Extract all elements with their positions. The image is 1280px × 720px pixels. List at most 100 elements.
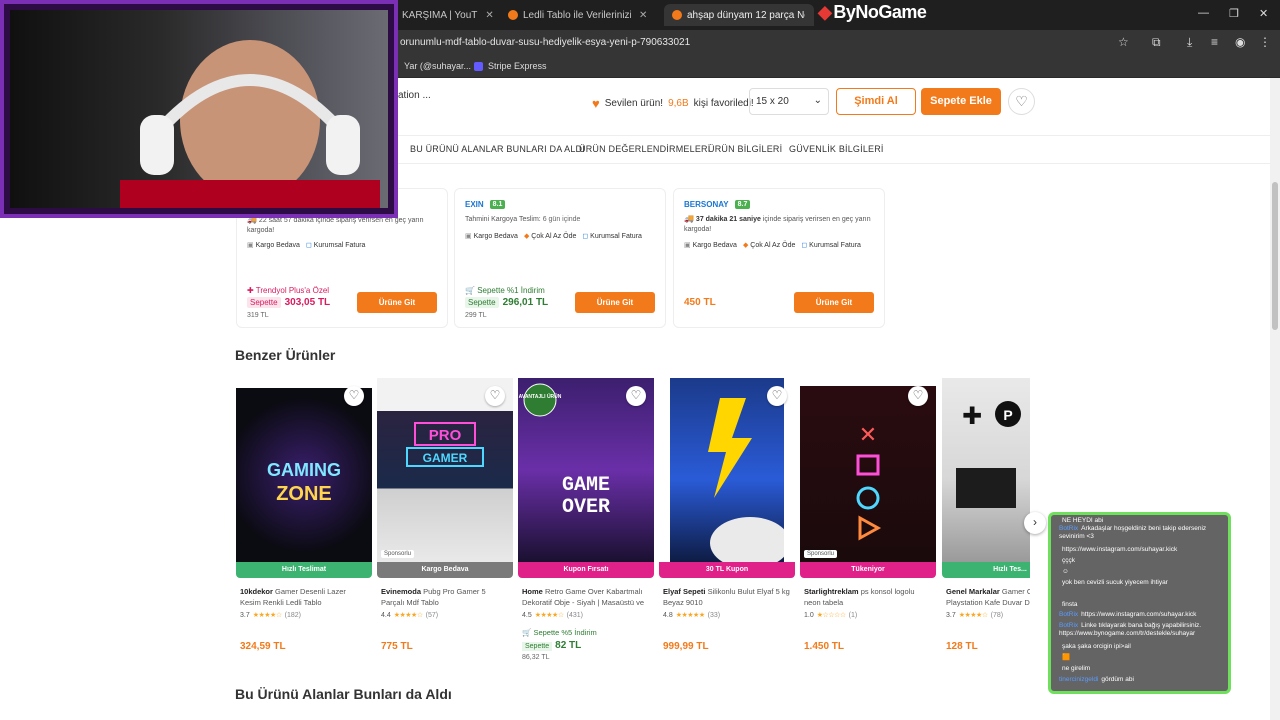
shipping-text: 22 saat 57 dakika içinde sipariş verirse… xyxy=(247,217,424,234)
product-card[interactable]: GAMING ZONE ♡ Hızlı Teslimat 10kdekor Ga… xyxy=(236,378,372,668)
product-card[interactable]: ♡ 30 TL Kupon Elyaf Sepeti Silikonlu Bul… xyxy=(659,378,795,668)
tab-title: ahşap dünyam 12 parça Neon L xyxy=(687,9,805,21)
download-icon[interactable]: ⤓ xyxy=(1187,35,1192,50)
seller-name[interactable]: EXIN 8.1 xyxy=(465,200,506,209)
badge-bulk-discount: Çok Al Az Öde xyxy=(524,232,576,240)
seller-badges: Kargo Bedava Kurumsal Fatura xyxy=(247,241,447,249)
discount-text: Sepette %5 İndirim xyxy=(533,628,597,637)
seller-name[interactable]: BERSONAY 8.7 xyxy=(684,200,751,209)
rating-count: (182) xyxy=(284,611,301,619)
window-maximize-icon[interactable]: ❐ xyxy=(1229,7,1239,20)
url-field[interactable]: orunumlu-mdf-tablo-duvar-susu-hediyelik-… xyxy=(400,37,690,48)
chat-message: finsta xyxy=(1059,601,1228,609)
svg-text:✕: ✕ xyxy=(859,422,877,447)
shipping-note: 🚚 22 saat 57 dakika içinde sipariş verir… xyxy=(247,215,437,236)
favorite-heart-icon[interactable]: ♡ xyxy=(1008,88,1035,115)
close-tab-icon[interactable]: ✕ xyxy=(485,10,493,21)
go-to-product-button[interactable]: Ürüne Git xyxy=(357,292,437,313)
fav-prefix: Sevilen ürün! xyxy=(604,98,664,109)
go-to-product-button[interactable]: Ürüne Git xyxy=(575,292,655,313)
carousel-next-chevron-icon[interactable]: › xyxy=(1024,512,1046,534)
product-name: ation ... xyxy=(398,90,431,101)
product-card[interactable]: PRO GAMER Sponsorlu ♡ Kargo Bedava Evine… xyxy=(377,378,513,668)
cloud-lightning-image xyxy=(708,398,784,562)
old-price: 86,32 TL xyxy=(522,654,550,661)
menu-icon[interactable]: ⋮ xyxy=(1259,35,1271,49)
also-bought-title: Bu Ürünü Alanlar Bunları da Aldı xyxy=(235,686,452,702)
product-image[interactable]: ✕ Sponsorlu xyxy=(800,386,936,562)
product-image[interactable]: ✚ P xyxy=(942,378,1030,562)
badge-free-shipping: Kargo Bedava xyxy=(247,241,300,249)
product-title: Genel Markalar Gamer O... Playstation Ka… xyxy=(946,586,1030,608)
product-image[interactable] xyxy=(670,378,784,562)
tab-safety-info[interactable]: GÜVENLİK BİLGİLERİ xyxy=(789,144,884,154)
advantage-badge: AVANTAJLI ÜRÜN xyxy=(519,393,562,400)
extensions-icon[interactable]: ⧉ xyxy=(1152,35,1161,50)
rating-count: (1) xyxy=(848,611,858,619)
old-price: 299 TL xyxy=(465,312,487,319)
chat-message: 🟧 xyxy=(1059,654,1228,662)
scrollbar-thumb[interactable] xyxy=(1272,182,1278,330)
browser-tab-active[interactable]: ahşap dünyam 12 parça Neon L xyxy=(664,4,814,26)
add-to-cart-button[interactable]: Sepete Ekle xyxy=(921,88,1001,115)
product-brand: Evinemoda xyxy=(381,587,422,596)
chat-user: BotRix xyxy=(1059,525,1079,532)
chat-text: Linke tıklayarak bana bağış yapabilirsin… xyxy=(1059,622,1202,637)
shipping-value: 6 gün içinde xyxy=(542,216,581,223)
profile-icon[interactable]: ◉ xyxy=(1235,35,1245,49)
window-close-icon[interactable]: ✕ xyxy=(1259,7,1268,20)
go-to-product-button[interactable]: Ürüne Git xyxy=(794,292,874,313)
bookmark-item[interactable]: Yar (@suhayar... xyxy=(404,61,471,71)
product-image[interactable]: GAMING ZONE xyxy=(236,388,372,562)
favorite-heart-icon[interactable]: ♡ xyxy=(626,386,646,406)
size-select[interactable]: 15 x 20 ⌄ xyxy=(749,88,829,115)
gaming-zone-sign-image: GAMING ZONE xyxy=(267,460,341,505)
favorite-heart-icon[interactable]: ♡ xyxy=(485,386,505,406)
similar-products-title: Benzer Ürünler xyxy=(235,347,336,363)
media-icon[interactable]: ≡ xyxy=(1211,35,1218,49)
bookmark-item[interactable]: Stripe Express xyxy=(474,61,547,71)
favorite-heart-icon[interactable]: ♡ xyxy=(344,386,364,406)
fav-suffix: kişi favoriledi! xyxy=(693,98,754,109)
rating-stars-icon: ★★★★☆ xyxy=(958,612,988,619)
fav-count: 9,6B xyxy=(668,98,689,109)
favorite-heart-icon[interactable]: ♡ xyxy=(908,386,928,406)
window-minimize-icon[interactable]: — xyxy=(1198,7,1209,19)
seller-name-text: BERSONAY xyxy=(684,200,729,209)
discount-note: 🛒 Sepette %5 İndirim xyxy=(522,628,597,637)
page-scrollbar[interactable] xyxy=(1270,78,1280,720)
badge-corporate-invoice: Kurumsal Fatura xyxy=(801,241,861,249)
chevron-down-icon: ⌄ xyxy=(813,95,822,106)
product-rating: 4.8 ★★★★★ (33) xyxy=(663,611,720,620)
close-tab-icon[interactable]: ✕ xyxy=(639,10,647,21)
seller-badges: Kargo Bedava Çok Al Az Öde Kurumsal Fatu… xyxy=(684,241,884,249)
buy-now-button[interactable]: Şimdi Al xyxy=(836,88,916,115)
bookmark-star-icon[interactable]: ☆ xyxy=(1118,35,1129,49)
seller-price: 450 TL xyxy=(684,297,716,308)
seller-badges: Kargo Bedava Çok Al Az Öde Kurumsal Fatu… xyxy=(465,232,665,240)
product-card[interactable]: ✚ P ♡ Hızlı Tes... Genel Markalar Gamer … xyxy=(942,378,1030,668)
promo-text: 🛒 Sepette %1 İndirim xyxy=(465,286,545,295)
badge-free-shipping: Kargo Bedava xyxy=(684,241,737,249)
tab-title: Ledli Tablo ile Verilerinizi Gö xyxy=(523,9,631,21)
tab-product-info[interactable]: ÜRÜN BİLGİLERİ xyxy=(708,144,782,154)
svg-text:✚: ✚ xyxy=(962,402,982,430)
price-value: 296,01 TL xyxy=(502,297,549,308)
chat-text: NE HEYDI abi xyxy=(1062,517,1104,524)
browser-tab-ledli[interactable]: Ledli Tablo ile Verilerinizi Gö ✕ xyxy=(508,4,658,26)
shipping-time: 37 dakika 21 saniye xyxy=(695,216,761,223)
tab-reviews[interactable]: ÜRÜN DEĞERLENDİRMELERİ xyxy=(579,144,710,154)
favorite-heart-icon[interactable]: ♡ xyxy=(767,386,787,406)
product-price: 324,59 TL xyxy=(240,641,286,652)
cart-price-value: 82 TL xyxy=(555,640,582,651)
product-brand: Elyaf Sepeti xyxy=(663,587,706,596)
size-value: 15 x 20 xyxy=(756,96,789,107)
product-rating: 3.7 ★★★★☆ (182) xyxy=(240,611,301,620)
browser-tab-youtube[interactable]: KARŞIMA | YouT ✕ xyxy=(402,4,498,26)
product-card[interactable]: ✕ Sponsorlu ♡ Tükeniyor Starlightreklam … xyxy=(800,378,936,668)
tab-also-bought[interactable]: BU ÜRÜNÜ ALANLAR BUNLARI DA ALDI xyxy=(410,144,585,154)
shipping-note: Tahmini Kargoya Teslim: 6 gün içinde xyxy=(465,215,655,225)
favorite-note: ♥ Sevilen ürün! 9,6B kişi favoriledi! xyxy=(592,96,754,111)
product-card[interactable]: AVANTAJLI ÜRÜN GAME OVER ♡ Kupon Fırsatı… xyxy=(518,378,654,668)
webcam-overlay xyxy=(0,0,398,218)
